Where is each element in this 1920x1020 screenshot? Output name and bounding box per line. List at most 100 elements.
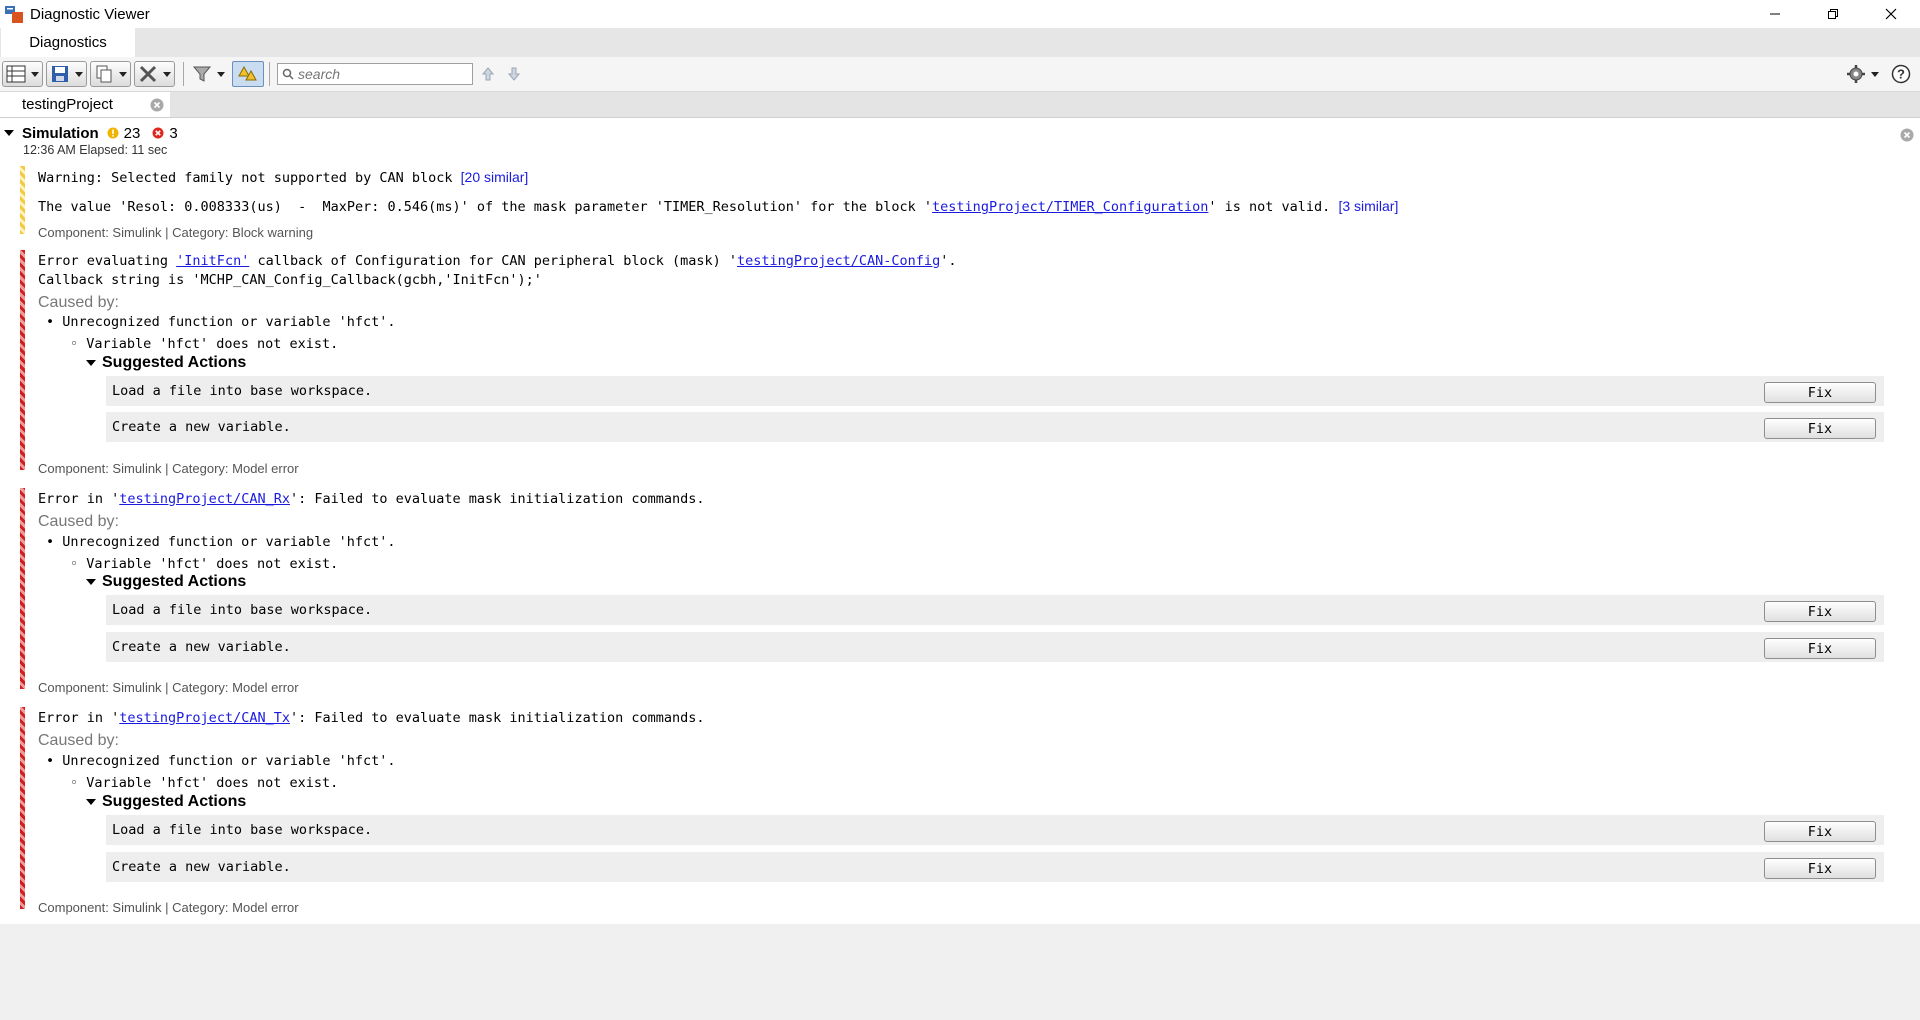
- minimize-icon: [1770, 13, 1780, 15]
- save-button[interactable]: [46, 61, 87, 87]
- help-icon: ?: [1891, 64, 1911, 84]
- triangle-down-icon: [4, 130, 14, 136]
- fix-button[interactable]: Fix: [1764, 601, 1876, 622]
- cause-text: Variable 'hfct' does not exist.: [86, 556, 339, 572]
- error-message: Error in 'testingProject/CAN_Rx': Failed…: [38, 491, 704, 507]
- copy-icon: [96, 65, 112, 83]
- restore-button[interactable]: [1804, 0, 1862, 28]
- block-link[interactable]: testingProject/TIMER_Configuration: [932, 199, 1208, 215]
- error-meta: Component: Simulink | Category: Model er…: [38, 680, 299, 695]
- suggested-actions-label: Suggested Actions: [102, 354, 247, 371]
- clear-x-icon: [139, 65, 157, 83]
- chevron-down-icon: [163, 71, 171, 77]
- cause-text: Unrecognized function or variable 'hfct'…: [62, 314, 396, 330]
- suggested-actions-label: Suggested Actions: [102, 573, 247, 590]
- settings-button[interactable]: [1843, 61, 1882, 87]
- chevron-down-icon: [75, 71, 83, 77]
- chevron-down-icon: [31, 71, 39, 77]
- cause-item: • Unrecognized function or variable 'hfc…: [46, 753, 396, 769]
- toolbar-separator: [269, 62, 270, 86]
- copy-button[interactable]: [90, 61, 131, 87]
- similar-link[interactable]: [20 similar]: [461, 169, 529, 185]
- action-text: Create a new variable.: [112, 859, 291, 875]
- action-text: Create a new variable.: [112, 419, 291, 435]
- error-text: ': Failed to evaluate mask initializatio…: [289, 491, 705, 507]
- fix-button[interactable]: Fix: [1764, 821, 1876, 842]
- warning-meta: Component: Simulink | Category: Block wa…: [38, 225, 314, 240]
- clear-button[interactable]: [134, 61, 175, 87]
- similar-link[interactable]: [3 similar]: [1338, 198, 1398, 214]
- cause-item: • Unrecognized function or variable 'hfc…: [46, 534, 396, 550]
- error-stripe: [20, 707, 25, 909]
- action-text: Load a file into base workspace.: [112, 822, 373, 838]
- action-row: Load a file into base workspace. Fix: [106, 376, 1884, 406]
- fix-button[interactable]: Fix: [1764, 858, 1876, 879]
- suggested-actions-toggle[interactable]: Suggested Actions: [86, 793, 246, 811]
- simulation-header: Simulation 23 3 12:36 AM Elapsed: 11 sec: [0, 124, 1920, 160]
- error-message: Error in 'testingProject/CAN_Tx': Failed…: [38, 710, 704, 726]
- view-mode-button[interactable]: [2, 61, 43, 87]
- minimize-button[interactable]: [1746, 0, 1804, 28]
- group-similar-toggle[interactable]: [232, 61, 264, 87]
- arrow-down-icon: [508, 67, 520, 81]
- toolbar: ?: [0, 57, 1920, 92]
- error-icon: [152, 127, 164, 139]
- diagnostic-viewer-app-icon: [4, 3, 26, 25]
- caused-by-label: Caused by:: [38, 513, 119, 530]
- tab-testingproject[interactable]: testingProject: [0, 92, 170, 117]
- close-window-button[interactable]: [1862, 0, 1920, 28]
- gear-icon: [1847, 65, 1865, 83]
- action-row: Create a new variable. Fix: [106, 852, 1884, 882]
- warning-icon: [107, 127, 119, 139]
- cause-text: Unrecognized function or variable 'hfct'…: [62, 753, 396, 769]
- warning-count: 23: [107, 124, 141, 142]
- search-input[interactable]: [294, 66, 464, 82]
- previous-match-button[interactable]: [477, 67, 499, 81]
- triangle-down-icon: [86, 799, 96, 805]
- tab-label: testingProject: [22, 96, 113, 113]
- cause-text: Unrecognized function or variable 'hfct'…: [62, 534, 396, 550]
- simulation-time: 12:36 AM Elapsed: 11 sec: [23, 143, 168, 157]
- warning-count-value: 23: [123, 124, 141, 142]
- warning-text: Warning: Selected family not supported b…: [38, 170, 461, 186]
- error-meta: Component: Simulink | Category: Model er…: [38, 461, 299, 476]
- block-link[interactable]: testingProject/CAN_Rx: [119, 491, 290, 507]
- filter-icon: [192, 66, 212, 82]
- initfcn-link[interactable]: 'InitFcn': [176, 253, 249, 269]
- fix-button[interactable]: Fix: [1764, 418, 1876, 439]
- warning-text: ' is not valid.: [1208, 199, 1339, 215]
- chevron-down-icon: [1871, 71, 1879, 77]
- fix-button[interactable]: Fix: [1764, 638, 1876, 659]
- action-row: Create a new variable. Fix: [106, 632, 1884, 662]
- close-simulation-button[interactable]: [1900, 128, 1914, 145]
- warning-group-icon: [238, 65, 257, 81]
- close-tab-icon[interactable]: [150, 98, 164, 112]
- suggested-actions-toggle[interactable]: Suggested Actions: [86, 354, 246, 372]
- error-block-3: Error in 'testingProject/CAN_Tx': Failed…: [20, 707, 1904, 909]
- document-tab-strip: testingProject: [0, 92, 1920, 118]
- filter-button[interactable]: [189, 61, 228, 87]
- fix-button[interactable]: Fix: [1764, 382, 1876, 403]
- help-button[interactable]: ?: [1888, 61, 1914, 87]
- toolbar-separator: [183, 62, 184, 86]
- action-row: Create a new variable. Fix: [106, 412, 1884, 442]
- error-message: Error evaluating 'InitFcn' callback of C…: [38, 253, 956, 269]
- action-row: Load a file into base workspace. Fix: [106, 595, 1884, 625]
- cause-item: • Unrecognized function or variable 'hfc…: [46, 314, 396, 330]
- block-link[interactable]: testingProject/CAN_Tx: [119, 710, 290, 726]
- ribbon-tab-strip: Diagnostics: [0, 28, 1920, 57]
- block-link[interactable]: testingProject/CAN-Config: [737, 253, 940, 269]
- simulation-title: Simulation: [22, 124, 99, 142]
- close-icon: [1900, 128, 1914, 142]
- tab-diagnostics[interactable]: Diagnostics: [1, 28, 135, 57]
- next-match-button[interactable]: [503, 67, 525, 81]
- callback-string: Callback string is 'MCHP_CAN_Config_Call…: [38, 272, 542, 288]
- action-text: Load a file into base workspace.: [112, 602, 373, 618]
- suggested-actions-toggle[interactable]: Suggested Actions: [86, 573, 246, 591]
- error-text: callback of Configuration for CAN periph…: [249, 253, 737, 269]
- collapse-simulation-toggle[interactable]: [4, 130, 14, 136]
- restore-icon: [1828, 9, 1838, 19]
- save-icon: [52, 66, 68, 82]
- search-field[interactable]: [277, 63, 473, 85]
- warning-message-2: The value 'Resol: 0.008333(us) - MaxPer:…: [38, 198, 1398, 215]
